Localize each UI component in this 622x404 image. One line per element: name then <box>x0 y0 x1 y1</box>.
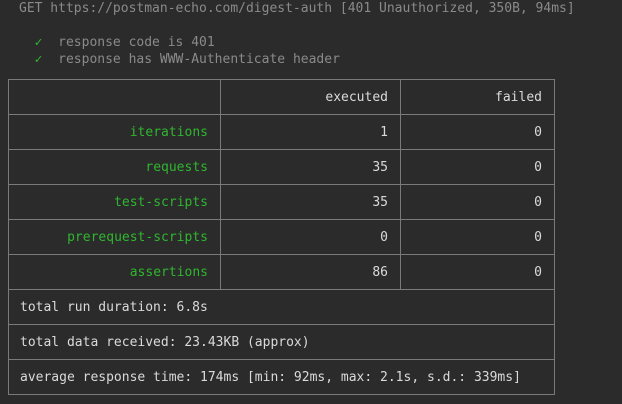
row-label: test-scripts <box>9 185 221 219</box>
table-row: assertions 86 0 <box>9 254 554 289</box>
request-line: GET https://postman-echo.com/digest-auth… <box>19 1 575 16</box>
total-data-received: total data received: 23.43KB (approx) <box>9 324 554 359</box>
row-executed: 0 <box>221 220 401 254</box>
row-failed: 0 <box>534 159 542 175</box>
row-executed: 1 <box>221 115 401 149</box>
header-cell-failed: failed <box>495 89 542 105</box>
header-cell-executed: executed <box>221 80 401 114</box>
row-label: requests <box>9 150 221 184</box>
row-failed: 0 <box>534 264 542 280</box>
row-executed: 35 <box>221 150 401 184</box>
table-header-row: executed failed <box>9 80 554 114</box>
table-row: prerequest-scripts 0 0 <box>9 219 554 254</box>
row-failed: 0 <box>534 124 542 140</box>
average-response-time: average response time: 174ms [min: 92ms,… <box>9 359 554 394</box>
header-cell-empty <box>9 80 221 114</box>
row-label: assertions <box>9 255 221 289</box>
row-executed: 86 <box>221 255 401 289</box>
row-failed: 0 <box>534 229 542 245</box>
table-row: test-scripts 35 0 <box>9 184 554 219</box>
test-result-text: response has WWW-Authenticate header <box>58 52 340 67</box>
summary-table: executed failed iterations 1 0 requests … <box>8 79 555 395</box>
row-label: iterations <box>9 115 221 149</box>
row-executed: 35 <box>221 185 401 219</box>
table-row: iterations 1 0 <box>9 114 554 149</box>
total-run-duration: total run duration: 6.8s <box>9 289 554 324</box>
row-label: prerequest-scripts <box>9 220 221 254</box>
table-row: requests 35 0 <box>9 149 554 184</box>
row-failed: 0 <box>534 194 542 210</box>
test-result-item: ✓ response has WWW-Authenticate header <box>19 34 340 68</box>
